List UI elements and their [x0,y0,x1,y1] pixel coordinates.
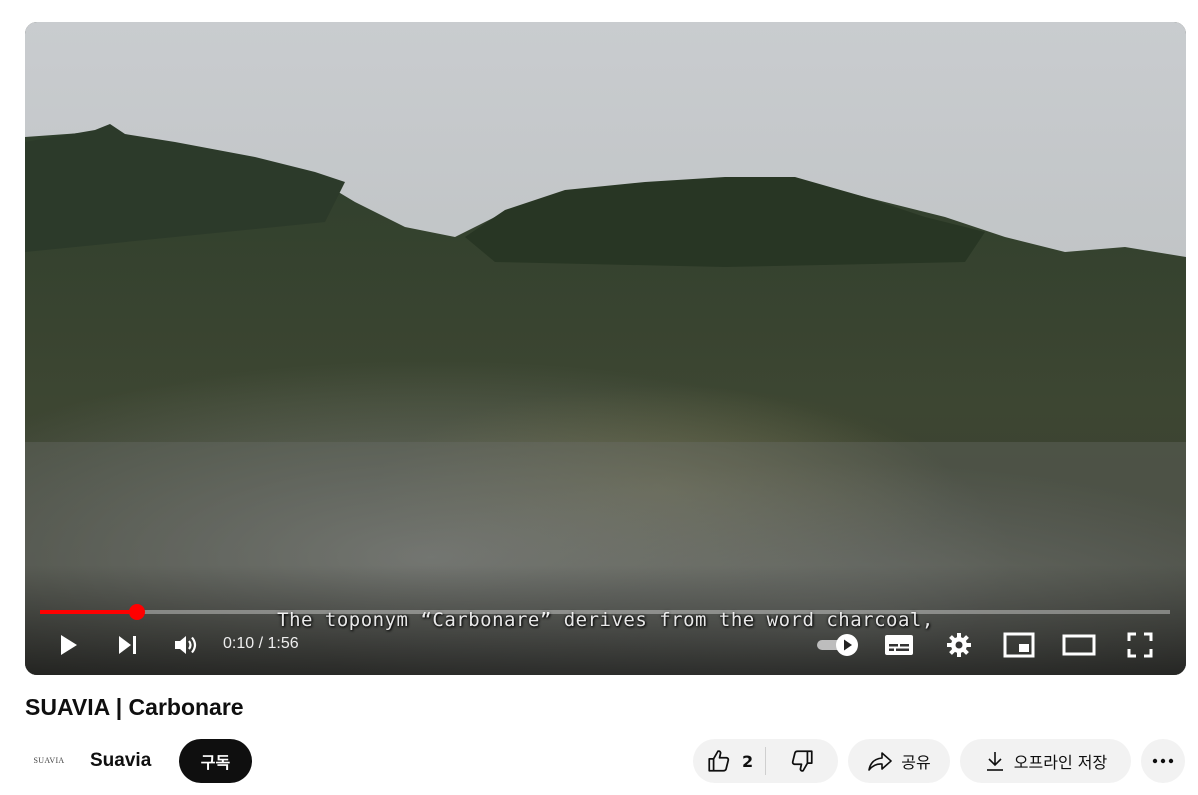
fullscreen-icon [1127,632,1153,658]
thumbs-down-icon [791,750,813,772]
skip-next-icon [119,636,136,654]
thumbs-up-icon [708,750,730,772]
progress-played [40,610,138,614]
like-dislike-group: 2 [693,739,838,783]
channel-name[interactable]: Suavia [90,750,151,772]
play-icon [61,635,77,655]
miniplayer-button[interactable] [1001,627,1037,663]
autoplay-toggle-icon [817,634,858,656]
time-display: 0:10 / 1:56 [223,635,299,652]
share-button[interactable]: 공유 [848,739,950,783]
download-icon [986,752,1003,771]
play-button[interactable] [50,627,86,663]
video-player[interactable]: The toponym “Carbonare” derives from the… [25,22,1186,675]
video-title: SUAVIA | Carbonare [25,694,244,720]
theater-mode-button[interactable] [1061,627,1097,663]
subtitles-icon [885,635,913,655]
volume-button[interactable] [168,627,204,663]
like-button[interactable]: 2 [693,739,765,783]
dislike-button[interactable] [766,739,838,783]
settings-button[interactable] [941,627,977,663]
fullscreen-button[interactable] [1122,627,1158,663]
subtitles-button[interactable] [881,627,917,663]
like-count: 2 [742,751,754,771]
gear-icon [947,633,971,657]
subscribe-button[interactable]: 구독 [179,739,252,783]
next-button[interactable] [109,627,145,663]
theater-mode-icon [1062,634,1096,656]
share-icon [868,752,893,771]
autoplay-toggle[interactable] [813,627,861,663]
miniplayer-icon [1003,632,1035,658]
channel-avatar[interactable]: SUAVIA [25,738,73,782]
channel-avatar-text: SUAVIA [33,755,65,765]
more-horizontal-icon [1152,758,1174,764]
download-button[interactable]: 오프라인 저장 [960,739,1131,783]
volume-icon [175,636,197,654]
share-label: 공유 [901,753,931,772]
download-label: 오프라인 저장 [1013,753,1108,772]
progress-bar[interactable] [40,604,1170,620]
more-actions-button[interactable] [1141,739,1185,783]
